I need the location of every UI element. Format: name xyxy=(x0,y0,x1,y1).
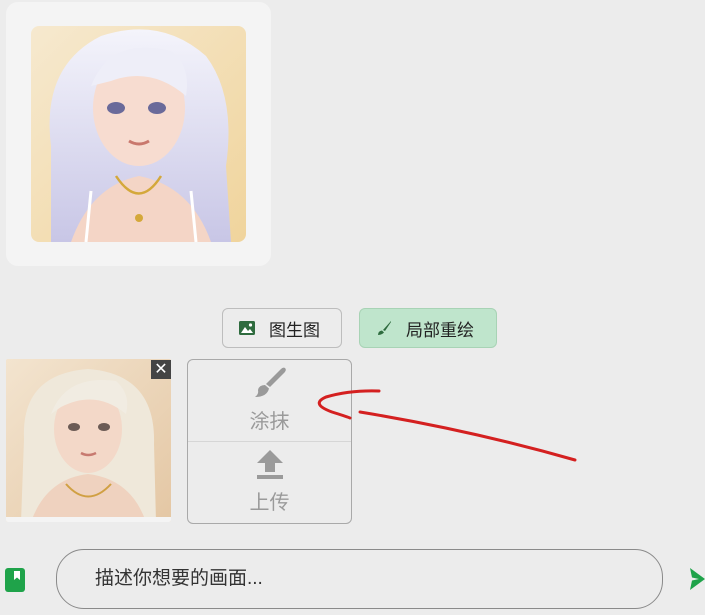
smear-button[interactable]: 涂抹 xyxy=(188,360,351,442)
brush-icon xyxy=(254,367,286,397)
upload-label: 上传 xyxy=(249,492,290,514)
reference-image-thumbnail[interactable] xyxy=(6,359,171,522)
smear-label: 涂抹 xyxy=(249,411,290,433)
image-icon xyxy=(239,321,255,335)
inpaint-label: 局部重绘 xyxy=(406,320,474,340)
send-icon[interactable] xyxy=(690,568,705,590)
generated-image[interactable] xyxy=(31,26,246,242)
remove-reference-button[interactable]: ✕ xyxy=(151,360,171,379)
prompt-input[interactable] xyxy=(56,549,663,609)
inpaint-action-panel: 涂抹 上传 xyxy=(187,359,352,524)
inpaint-button[interactable]: 局部重绘 xyxy=(359,308,497,348)
prompt-library-icon[interactable] xyxy=(5,568,25,592)
img2img-button[interactable]: 图生图 xyxy=(222,308,342,348)
upload-icon xyxy=(256,450,283,479)
brush-icon xyxy=(378,321,391,335)
result-card xyxy=(6,2,271,266)
upload-button[interactable]: 上传 xyxy=(188,442,351,523)
img2img-label: 图生图 xyxy=(269,320,320,340)
